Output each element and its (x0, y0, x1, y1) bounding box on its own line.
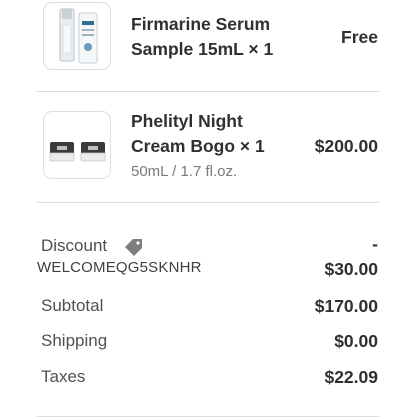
taxes-label: Taxes (41, 367, 86, 386)
item-price: Free (341, 27, 378, 47)
item-name: Firmarine Serum Sample 15mL × 1 (131, 14, 274, 59)
subtotal-label: Subtotal (41, 296, 104, 315)
shipping-value: $0.00 (334, 331, 378, 351)
item-name: Phelityl Night Cream Bogo × 1 (131, 111, 265, 156)
tag-icon (125, 239, 142, 256)
shipping-label: Shipping (41, 331, 108, 350)
discount-label: Discount (41, 236, 108, 255)
discount-dash: - (372, 234, 378, 254)
discount-amount: $30.00 (324, 259, 378, 279)
item-variant: 50mL / 1.7 fl.oz. (131, 163, 238, 180)
line-item: Firmarine Serum Sample 15mL × 1 Free (0, 0, 420, 80)
item-price: $200.00 (314, 136, 378, 156)
cream-thumbnail (43, 111, 111, 179)
order-summary: Firmarine Serum Sample 15mL × 1 Free Phe… (0, 0, 420, 420)
line-item: Phelityl Night Cream Bogo × 1 50mL / 1.7… (0, 100, 420, 200)
serum-thumbnail (43, 2, 111, 70)
divider (37, 91, 379, 92)
divider (37, 202, 379, 203)
subtotal-value: $170.00 (314, 296, 378, 316)
taxes-value: $22.09 (324, 367, 378, 387)
discount-code: WELCOMEQG5SKNHR (37, 259, 202, 276)
cream-jars-icon (49, 142, 106, 162)
divider (37, 416, 379, 417)
serum-bottle-icon (59, 8, 98, 64)
